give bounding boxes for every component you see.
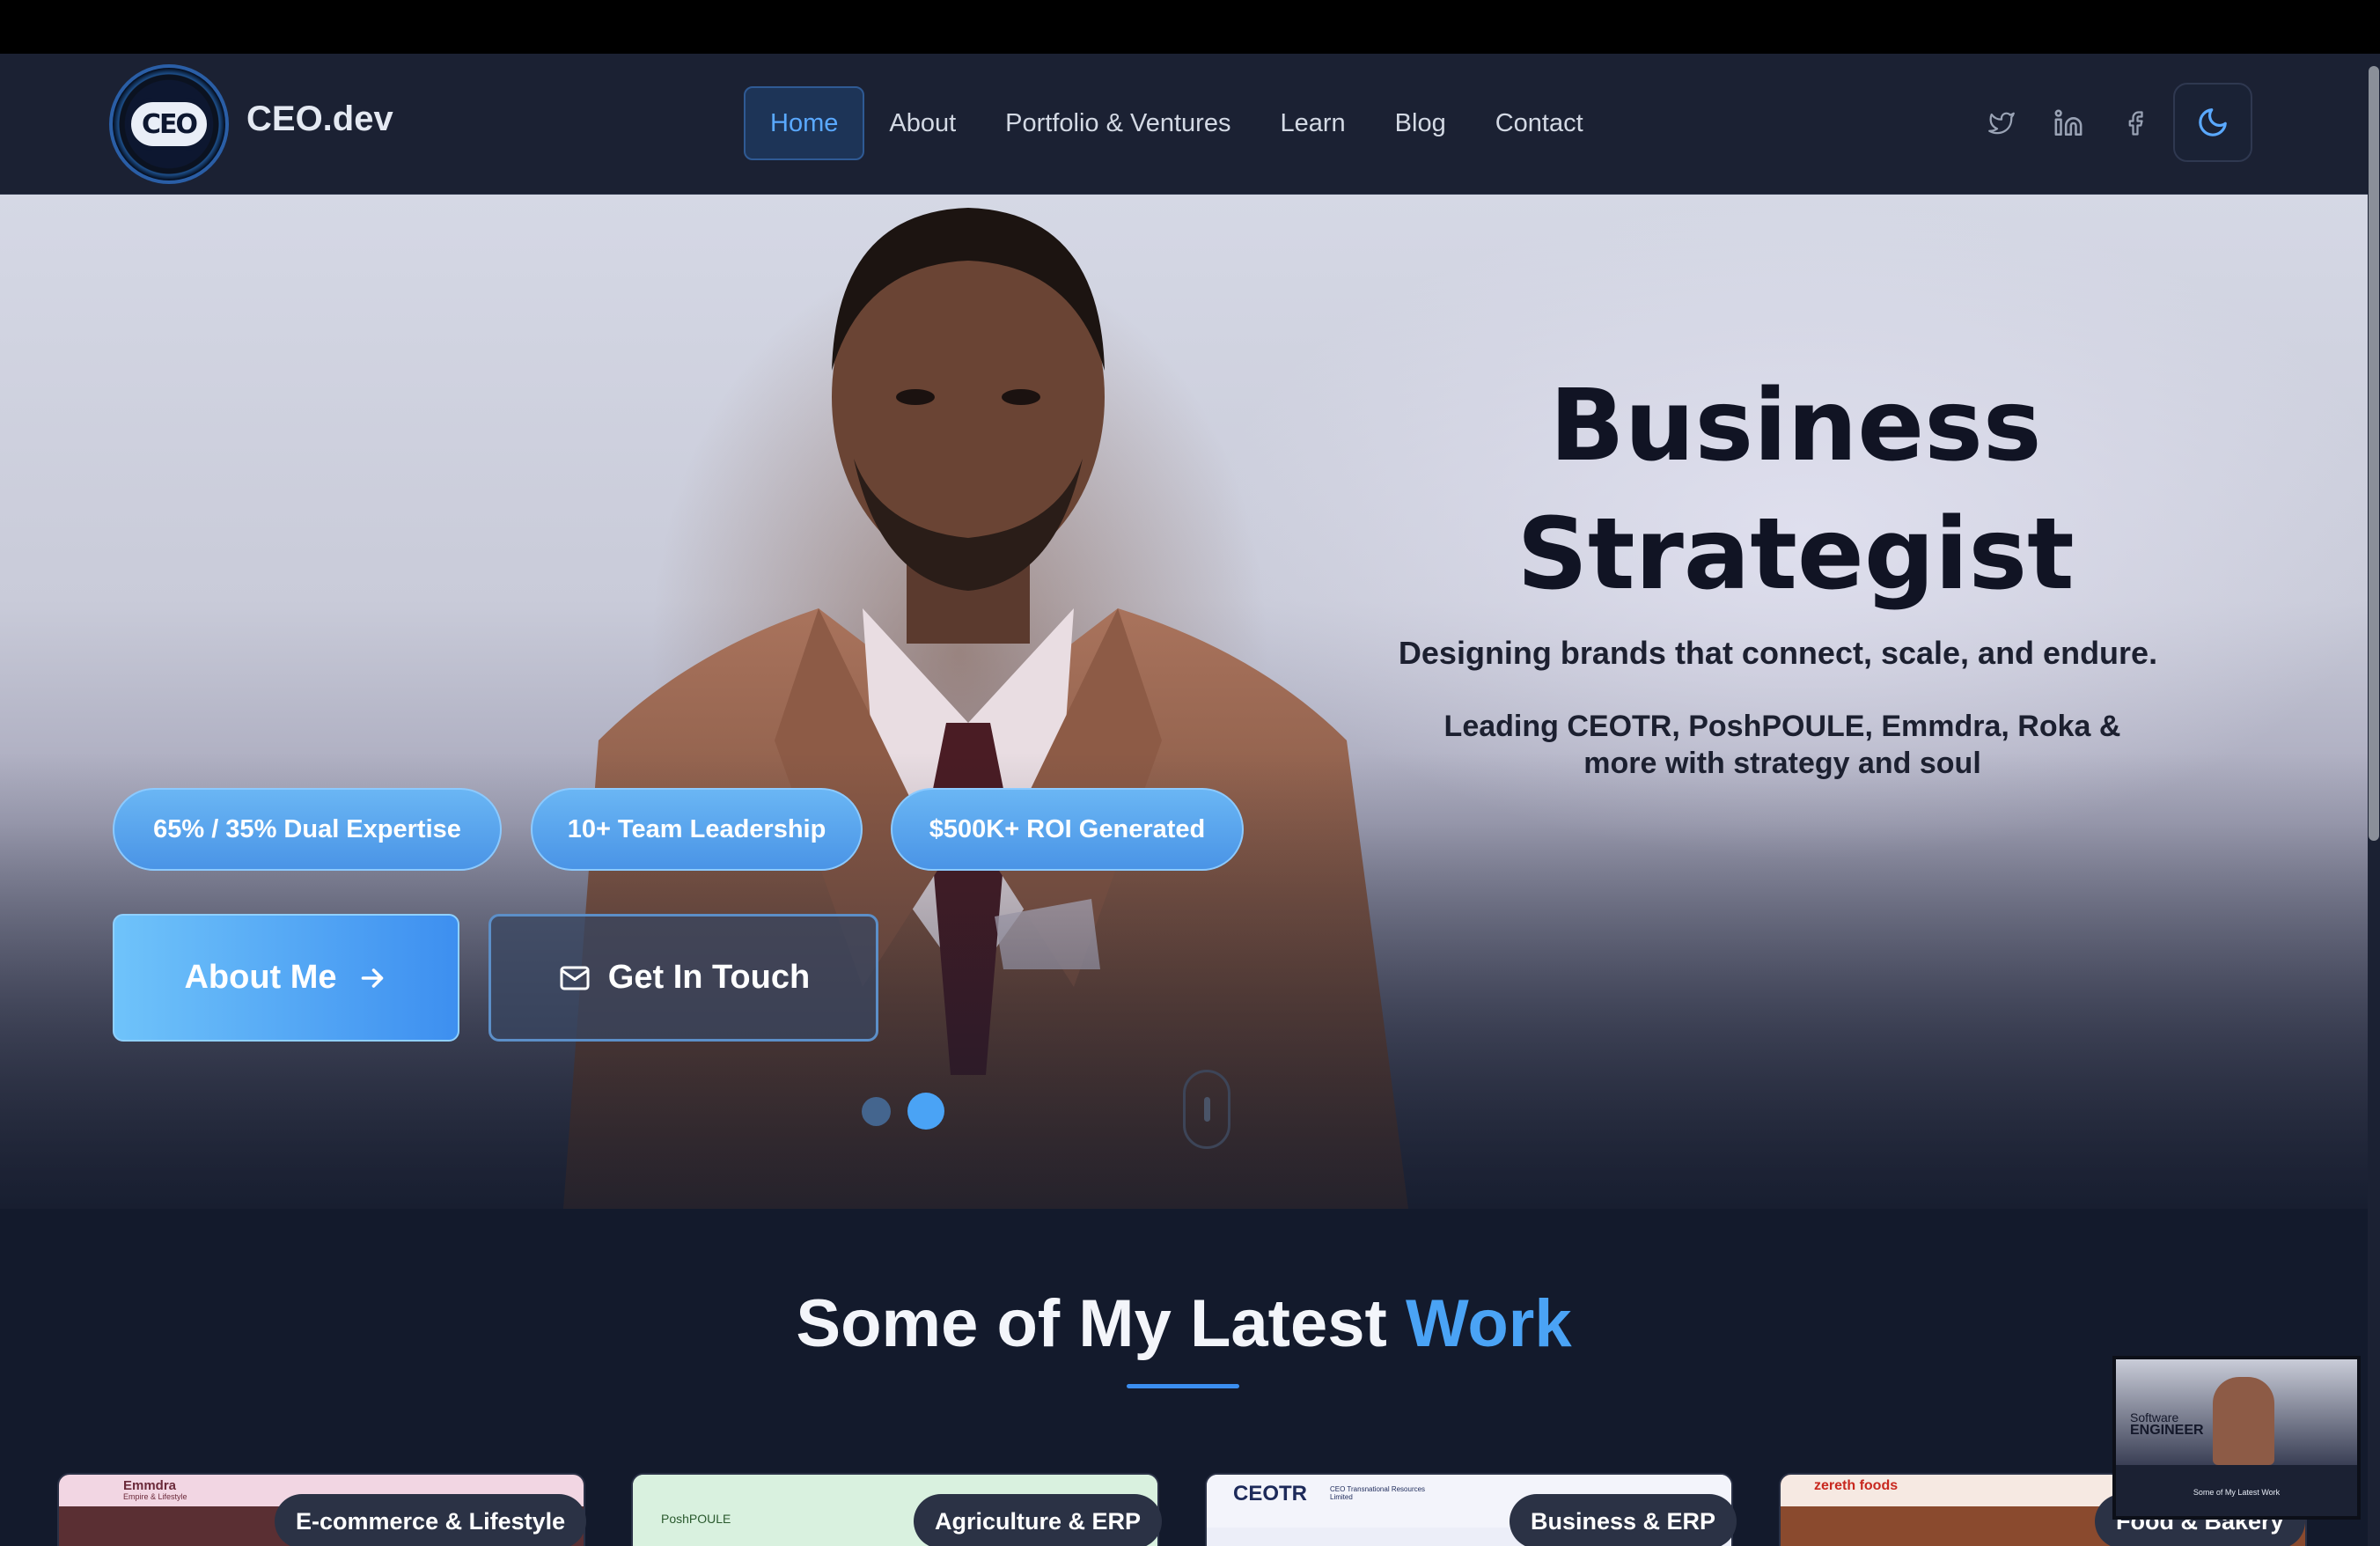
about-me-button[interactable]: About Me (113, 914, 459, 1042)
arrow-right-icon (361, 968, 383, 988)
card-site-name: Emmdra (123, 1478, 177, 1493)
latest-work-title: Some of My Latest Work (0, 1285, 2368, 1362)
page-scrollbar-thumb[interactable] (2369, 66, 2379, 841)
nav-portfolio[interactable]: Portfolio & Ventures (981, 86, 1255, 160)
carousel-dot-2[interactable] (907, 1093, 944, 1130)
brand-logo[interactable]: CEO (109, 64, 229, 184)
hero-subline: Leading CEOTR, PoshPOULE, Emmdra, Roka &… (1443, 710, 2121, 780)
thumbnail-caption: Some of My Latest Work (2193, 1488, 2281, 1497)
latest-work-title-accent: Work (1405, 1286, 1572, 1361)
stat-pill-team-leadership: 10+ Team Leadership (531, 788, 863, 871)
mail-icon (560, 966, 590, 990)
thumbnail-line2: ENGINEER (2130, 1423, 2204, 1438)
hero-headline-line2: Strategist (1517, 497, 2075, 612)
work-tag-business: Business & ERP (1510, 1494, 1737, 1546)
nav-learn[interactable]: Learn (1255, 86, 1370, 160)
moon-icon (2199, 108, 2227, 136)
nav-about[interactable]: About (864, 86, 981, 160)
about-me-label: About Me (184, 959, 337, 996)
nav-home[interactable]: Home (744, 86, 865, 160)
hero-headline-line1: Business (1549, 369, 2042, 483)
card-site-name: zereth foods (1814, 1478, 1899, 1493)
main-nav: Home About Portfolio & Ventures Learn Bl… (744, 86, 1608, 160)
facebook-icon[interactable] (2111, 86, 2160, 160)
screen-preview-thumbnail[interactable]: Software ENGINEER Some of My Latest Work (2112, 1356, 2361, 1520)
nav-contact[interactable]: Contact (1471, 86, 1608, 160)
theme-toggle-button[interactable] (2173, 83, 2252, 162)
card-site-sub: Empire & Lifestyle (123, 1492, 187, 1501)
latest-work-title-plain: Some of My Latest (796, 1286, 1387, 1361)
title-underline (1127, 1384, 1239, 1388)
card-site-name: PoshPOULE (661, 1512, 731, 1526)
stat-pill-roi: $500K+ ROI Generated (891, 788, 1244, 871)
hero-section: Business Strategist Designing brands tha… (0, 195, 2368, 1209)
card-site-sub: CEO Transnational Resources Limited (1330, 1485, 1426, 1501)
carousel-dot-1[interactable] (862, 1097, 891, 1126)
site-header: CEO CEO.dev Home About Portfolio & Ventu… (0, 54, 2368, 195)
hero-tagline: Designing brands that connect, scale, an… (1398, 635, 2158, 671)
card-site-name: CEOTR (1233, 1482, 1307, 1506)
stat-pill-dual-expertise: 65% / 35% Dual Expertise (113, 788, 502, 871)
logo-text: CEO (127, 98, 211, 151)
nav-blog[interactable]: Blog (1370, 86, 1471, 160)
work-tag-agriculture: Agriculture & ERP (914, 1494, 1163, 1546)
get-in-touch-button[interactable]: Get In Touch (488, 914, 878, 1042)
browser-top-bar (0, 0, 2380, 54)
scroll-indicator-wheel (1204, 1097, 1210, 1122)
thumbnail-portrait (2213, 1377, 2274, 1465)
linkedin-icon[interactable] (2044, 86, 2093, 160)
twitter-icon[interactable] (1977, 86, 2026, 160)
hero-headline: Business Strategist (1443, 362, 2148, 619)
get-in-touch-label: Get In Touch (607, 959, 811, 996)
work-tag-ecommerce: E-commerce & Lifestyle (275, 1494, 587, 1546)
brand-name[interactable]: CEO.dev (246, 99, 393, 139)
hero-overlay (0, 195, 2368, 1209)
